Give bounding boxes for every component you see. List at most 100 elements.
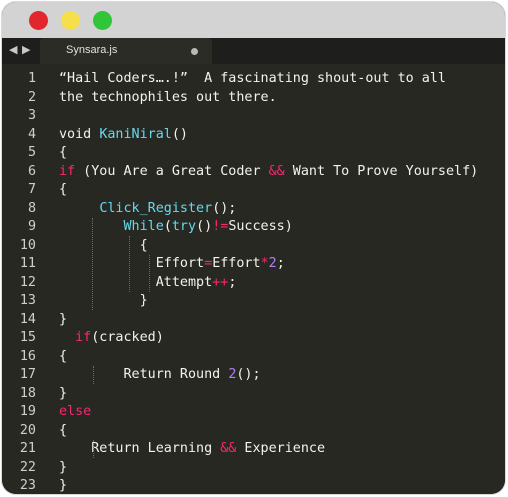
minimize-window-button[interactable] xyxy=(61,11,80,30)
line-number: 17 xyxy=(19,367,36,382)
maximize-window-button[interactable] xyxy=(93,11,112,30)
code-line[interactable]: } xyxy=(59,477,505,494)
code-line[interactable]: { xyxy=(59,144,505,163)
line-number: 5 xyxy=(27,145,36,160)
indent-guide xyxy=(93,440,94,458)
line-number: 19 xyxy=(19,404,36,419)
close-window-button[interactable] xyxy=(29,11,48,30)
code-line[interactable]: void KaniNiral() xyxy=(59,126,505,145)
line-number: 15 xyxy=(19,330,36,345)
line-number: 20 xyxy=(19,422,36,438)
code-token: Success) xyxy=(228,219,293,234)
tab-synsara-js[interactable]: Synsara.js xyxy=(40,38,212,64)
code-token: ; xyxy=(228,274,237,290)
code-line[interactable]: if(cracked) xyxy=(59,329,505,348)
code-area[interactable]: “Hail Coders….!” A fascinating shout-out… xyxy=(59,70,505,494)
code-token: } xyxy=(59,385,68,401)
code-editor[interactable]: 1 2 3 4 5 6 7 8 9 10 11 12 13 14 15 16 17 18 19 20 21 22 23 “H… xyxy=(2,64,505,494)
code-token: * xyxy=(260,256,269,271)
code-line[interactable]: } xyxy=(59,311,505,330)
code-token: } xyxy=(59,311,68,327)
code-token: && xyxy=(268,163,285,179)
code-token: Experience xyxy=(236,441,326,456)
code-line[interactable]: } xyxy=(59,385,505,404)
code-token: Effort xyxy=(212,256,261,271)
editor-window: ◀ ▶ Synsara.js 1 2 3 4 5 6 7 8 9 10 11 12 13 14 15 16 17… xyxy=(2,2,505,494)
code-token: Effort xyxy=(59,256,205,271)
code-token: && xyxy=(220,441,237,456)
code-token: } xyxy=(59,293,148,308)
tab-label: Synsara.js xyxy=(66,44,118,56)
code-line[interactable]: if (You Are a Great Coder && Want To Pro… xyxy=(59,163,505,182)
code-token: KaniNiral xyxy=(99,126,172,142)
code-token: 2 xyxy=(268,256,277,271)
line-number: 8 xyxy=(27,200,36,216)
code-token: () xyxy=(171,126,188,142)
code-line[interactable]: “Hail Coders….!” A fascinating shout-out… xyxy=(59,70,505,89)
code-token: if xyxy=(59,163,76,179)
code-token: (cracked) xyxy=(91,330,164,345)
line-number: 2 xyxy=(27,89,36,105)
code-line[interactable]: the technophiles out there. xyxy=(59,89,505,108)
code-token: = xyxy=(204,256,213,271)
code-token: Return Learning xyxy=(59,441,221,456)
code-line[interactable]: Attempt++; xyxy=(59,274,505,293)
line-number: 21 xyxy=(19,441,36,456)
code-token: () xyxy=(196,219,213,234)
code-line[interactable]: Click_Register(); xyxy=(59,200,505,219)
code-token: { xyxy=(59,237,148,253)
code-line[interactable]: { xyxy=(59,237,505,256)
line-number: 12 xyxy=(19,274,36,290)
line-number: 11 xyxy=(19,256,36,271)
code-token: void xyxy=(59,126,100,142)
line-number: 23 xyxy=(19,478,36,493)
line-number: 14 xyxy=(19,311,36,327)
line-number: 9 xyxy=(27,219,36,234)
indent-guide xyxy=(92,218,93,310)
line-number: 16 xyxy=(19,348,36,364)
line-number: 7 xyxy=(27,182,36,197)
indent-guide xyxy=(149,255,150,292)
code-token: { xyxy=(59,422,68,438)
code-line[interactable]: { xyxy=(59,422,505,441)
code-token: ; xyxy=(276,256,285,271)
forward-arrow-icon[interactable]: ▶ xyxy=(22,43,30,56)
code-line[interactable]: While(try()!=Success) xyxy=(59,218,505,237)
code-line[interactable]: } xyxy=(59,292,505,311)
code-token: “Hail Coders….!” A fascinating shout-out… xyxy=(59,71,446,86)
code-line[interactable]: Return Round 2(); xyxy=(59,366,505,385)
code-token: != xyxy=(212,219,229,234)
code-token: else xyxy=(59,404,92,419)
code-token: ( xyxy=(163,219,172,234)
code-line[interactable] xyxy=(59,107,505,126)
line-number: 10 xyxy=(19,237,36,253)
code-token: Click_Register xyxy=(99,200,213,216)
line-number-gutter: 1 2 3 4 5 6 7 8 9 10 11 12 13 14 15 16 17 18 19 20 21 22 23 xyxy=(2,70,40,494)
indent-guide xyxy=(129,236,130,292)
code-line[interactable]: { xyxy=(59,348,505,367)
code-token: if xyxy=(75,330,92,345)
code-token: ++ xyxy=(212,274,229,290)
line-number: 3 xyxy=(27,108,36,123)
code-line[interactable]: } xyxy=(59,459,505,478)
code-token: { xyxy=(59,145,68,160)
code-token: Attempt xyxy=(59,274,213,290)
line-number: 22 xyxy=(19,459,36,475)
code-line[interactable]: { xyxy=(59,181,505,200)
code-token: Want To Prove Yourself) xyxy=(284,163,479,179)
tab-bar: ◀ ▶ Synsara.js xyxy=(2,38,505,64)
code-token: (); xyxy=(236,367,261,382)
code-token: { xyxy=(59,348,68,364)
code-line[interactable]: Return Learning && Experience xyxy=(59,440,505,459)
code-line[interactable]: else xyxy=(59,403,505,422)
code-line[interactable]: Effort=Effort*2; xyxy=(59,255,505,274)
line-number: 13 xyxy=(19,293,36,308)
back-arrow-icon[interactable]: ◀ xyxy=(9,43,17,56)
code-token: } xyxy=(59,459,68,475)
code-token: (You Are a Great Coder xyxy=(75,163,269,179)
code-token: { xyxy=(59,182,68,197)
unsaved-dot-icon[interactable] xyxy=(191,48,198,55)
code-token: the technophiles out there. xyxy=(59,89,277,105)
